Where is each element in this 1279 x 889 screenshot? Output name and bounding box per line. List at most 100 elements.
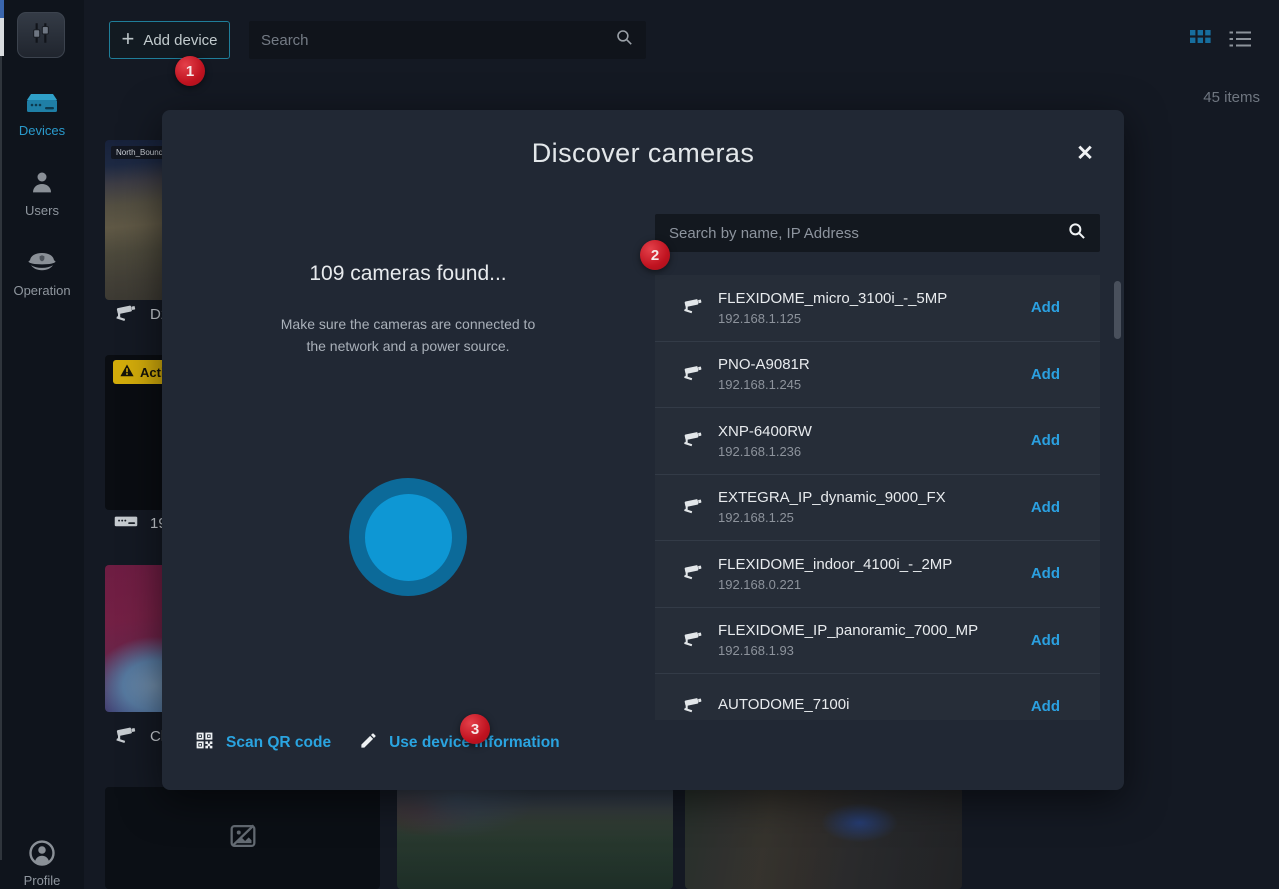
window-edge-highlight xyxy=(0,18,4,56)
cameras-found-subtext: Make sure the cameras are connected to t… xyxy=(208,313,608,358)
camera-name: XNP-6400RW xyxy=(718,423,1031,440)
cctv-camera-icon xyxy=(681,627,705,654)
grid-view-icon[interactable] xyxy=(1190,30,1211,49)
recorder-icon xyxy=(113,510,139,536)
camera-row: AUTODOME_7100i Add xyxy=(655,674,1100,720)
discover-cameras-modal: Discover cameras ✕ 109 cameras found... … xyxy=(162,110,1124,790)
operation-icon xyxy=(25,248,59,278)
qr-code-icon xyxy=(194,730,215,756)
app-logo[interactable] xyxy=(17,12,65,58)
annotation-badge-2: 2 xyxy=(640,240,670,270)
users-icon xyxy=(27,168,57,198)
cctv-camera-icon xyxy=(113,300,139,328)
sidebar-item-users[interactable]: Users xyxy=(0,168,84,218)
camera-name: FLEXIDOME_IP_panoramic_7000_MP xyxy=(718,622,1031,639)
camera-name: AUTODOME_7100i xyxy=(718,696,1031,713)
camera-caption[interactable]: D2 xyxy=(113,300,169,328)
camera-info: EXTEGRA_IP_dynamic_9000_FX 192.168.1.25 xyxy=(718,489,1031,525)
camera-ip: 192.168.0.221 xyxy=(718,577,1031,592)
camera-search-input[interactable] xyxy=(655,225,1067,242)
modal-search-bar xyxy=(655,214,1100,252)
camera-ip: 192.168.1.125 xyxy=(718,311,1031,326)
add-camera-button[interactable]: Add xyxy=(1031,632,1060,649)
add-device-label: Add device xyxy=(143,32,217,49)
warning-badge-text: Acti xyxy=(140,365,165,380)
items-count: 45 items xyxy=(1203,89,1260,106)
camera-info: FLEXIDOME_micro_3100i_-_5MP 192.168.1.12… xyxy=(718,290,1031,326)
camera-ip: 192.168.1.245 xyxy=(718,377,1031,392)
camera-info: FLEXIDOME_IP_panoramic_7000_MP 192.168.1… xyxy=(718,622,1031,658)
camera-tile-traffic[interactable] xyxy=(685,787,962,889)
camera-row: FLEXIDOME_indoor_4100i_-_2MP 192.168.0.2… xyxy=(655,541,1100,608)
cctv-camera-icon xyxy=(681,294,705,321)
sidebar-item-devices[interactable]: Devices xyxy=(0,92,84,138)
top-search-bar xyxy=(249,21,646,59)
sidebar-item-label: Profile xyxy=(24,873,61,888)
camera-info: PNO-A9081R 192.168.1.245 xyxy=(718,356,1031,392)
plus-icon: + xyxy=(121,28,134,50)
list-view-icon[interactable] xyxy=(1229,30,1251,49)
cctv-camera-icon xyxy=(681,693,705,720)
cctv-camera-icon xyxy=(681,427,705,454)
app-window: Devices Users Operation xyxy=(0,0,1279,889)
scrollbar-thumb[interactable] xyxy=(1114,281,1121,339)
camera-info: XNP-6400RW 192.168.1.236 xyxy=(718,423,1031,459)
add-camera-button[interactable]: Add xyxy=(1031,499,1060,516)
scanning-indicator xyxy=(349,478,467,596)
add-camera-button[interactable]: Add xyxy=(1031,432,1060,449)
pencil-icon xyxy=(359,731,378,755)
search-icon[interactable] xyxy=(1067,221,1087,246)
camera-name: PNO-A9081R xyxy=(718,356,1031,373)
camera-ip: 192.168.1.25 xyxy=(718,510,1031,525)
camera-tile-no-image[interactable] xyxy=(105,787,380,889)
sliders-icon xyxy=(28,20,54,51)
scanning-indicator-core xyxy=(365,494,452,581)
close-icon[interactable]: ✕ xyxy=(1072,140,1098,166)
camera-caption[interactable]: Cl xyxy=(113,722,164,750)
annotation-badge-3: 3 xyxy=(460,714,490,744)
scan-qr-code-button[interactable]: Scan QR code xyxy=(194,730,331,756)
camera-info: FLEXIDOME_indoor_4100i_-_2MP 192.168.0.2… xyxy=(718,556,1031,592)
camera-row: EXTEGRA_IP_dynamic_9000_FX 192.168.1.25 … xyxy=(655,475,1100,542)
camera-name: EXTEGRA_IP_dynamic_9000_FX xyxy=(718,489,1031,506)
add-camera-button[interactable]: Add xyxy=(1031,698,1060,715)
camera-row: FLEXIDOME_micro_3100i_-_5MP 192.168.1.12… xyxy=(655,275,1100,342)
search-input[interactable] xyxy=(249,32,615,49)
warning-triangle-icon xyxy=(120,364,134,380)
camera-osd-label: North_Bound xyxy=(111,146,168,159)
annotation-badge-1: 1 xyxy=(175,56,205,86)
cctv-camera-icon xyxy=(681,494,705,521)
no-image-icon xyxy=(226,819,260,858)
devices-icon xyxy=(25,92,59,118)
camera-info: AUTODOME_7100i xyxy=(718,696,1031,717)
sidebar-item-profile[interactable]: Profile xyxy=(0,838,84,888)
camera-row: PNO-A9081R 192.168.1.245 Add xyxy=(655,342,1100,409)
camera-row: FLEXIDOME_IP_panoramic_7000_MP 192.168.1… xyxy=(655,608,1100,675)
camera-row: XNP-6400RW 192.168.1.236 Add xyxy=(655,408,1100,475)
scan-qr-code-label: Scan QR code xyxy=(226,734,331,752)
camera-ip: 192.168.1.93 xyxy=(718,643,1031,658)
add-device-button[interactable]: + Add device xyxy=(109,21,230,59)
profile-icon xyxy=(27,838,57,868)
sidebar-item-label: Users xyxy=(25,203,59,218)
add-camera-button[interactable]: Add xyxy=(1031,299,1060,316)
cctv-camera-icon xyxy=(113,722,139,750)
cameras-found-heading: 109 cameras found... xyxy=(162,262,654,286)
modal-footer: Scan QR code Use device information xyxy=(194,730,560,756)
camera-caption[interactable]: 19 xyxy=(113,510,167,536)
sidebar-item-operation[interactable]: Operation xyxy=(0,248,84,298)
add-camera-button[interactable]: Add xyxy=(1031,366,1060,383)
use-device-information-button[interactable]: Use device information xyxy=(359,731,560,755)
sidebar-item-label: Operation xyxy=(13,283,70,298)
add-camera-button[interactable]: Add xyxy=(1031,565,1060,582)
camera-name: FLEXIDOME_indoor_4100i_-_2MP xyxy=(718,556,1031,573)
window-edge-accent xyxy=(0,0,4,18)
search-icon[interactable] xyxy=(615,28,634,52)
sidebar: Devices Users Operation xyxy=(0,0,84,889)
camera-ip: 192.168.1.236 xyxy=(718,444,1031,459)
sidebar-item-label: Devices xyxy=(19,123,65,138)
camera-tile-campus[interactable] xyxy=(397,787,673,889)
modal-title: Discover cameras xyxy=(162,138,1124,169)
camera-name: FLEXIDOME_micro_3100i_-_5MP xyxy=(718,290,1031,307)
window-edge-line xyxy=(0,56,2,860)
